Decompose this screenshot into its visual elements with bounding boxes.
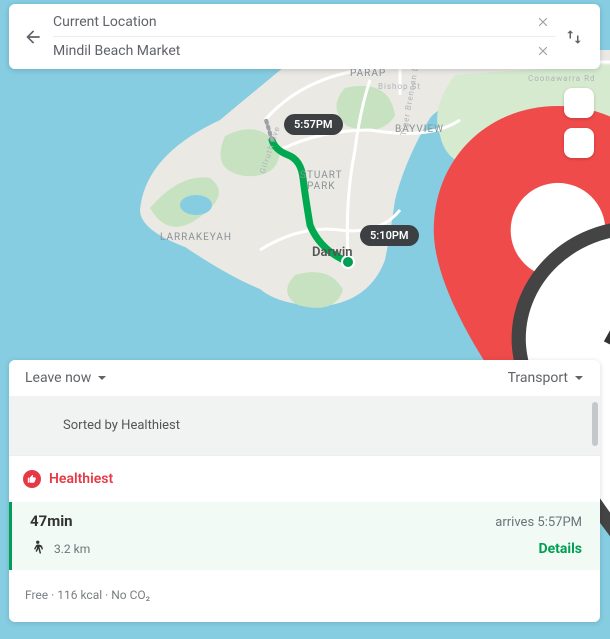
walk-mode-badge bbox=[332, 216, 360, 250]
chevron-down-icon bbox=[574, 373, 584, 383]
locate-me-button[interactable] bbox=[564, 88, 594, 118]
route-footer: Free · 116 kcal · No CO₂ bbox=[9, 570, 600, 622]
arrival-time-badge: 5:57PM bbox=[284, 114, 343, 135]
origin-field[interactable]: Current Location bbox=[53, 8, 556, 36]
results-controls: Leave now Transport bbox=[9, 360, 600, 396]
label-larrakeyah: LARRAKEYAH bbox=[160, 232, 232, 243]
clear-origin-button[interactable] bbox=[530, 9, 556, 35]
depart-time-dropdown[interactable]: Leave now bbox=[25, 370, 107, 386]
results-panel: Leave now Transport Sorted by Healthiest… bbox=[9, 360, 600, 622]
back-button[interactable] bbox=[13, 17, 53, 57]
transport-label: Transport bbox=[508, 370, 568, 386]
destination-field[interactable]: Mindil Beach Market bbox=[53, 37, 556, 65]
chevron-down-icon bbox=[97, 373, 107, 383]
route-distance: 3.2 km bbox=[54, 542, 90, 556]
start-time-badge: 5:10PM bbox=[360, 225, 419, 246]
origin-text: Current Location bbox=[53, 14, 530, 30]
label-parap: PARAP bbox=[350, 68, 386, 79]
sort-row[interactable]: Sorted by Healthiest bbox=[9, 396, 600, 455]
transport-dropdown[interactable]: Transport bbox=[508, 370, 584, 386]
scrollbar-thumb[interactable] bbox=[592, 402, 598, 446]
section-title: Healthiest bbox=[49, 471, 113, 487]
details-button[interactable]: Details bbox=[539, 541, 583, 557]
depart-time-label: Leave now bbox=[25, 370, 91, 386]
section-header-healthiest: Healthiest bbox=[9, 455, 600, 502]
route-arrives: arrives 5:57PM bbox=[495, 515, 582, 530]
sort-label: Sorted by Healthiest bbox=[63, 418, 180, 433]
streetview-button[interactable] bbox=[564, 128, 594, 158]
route-card[interactable]: 47min arrives 5:57PM 3.2 km Details bbox=[9, 502, 600, 570]
destination-text: Mindil Beach Market bbox=[53, 43, 530, 59]
route-duration: 47min bbox=[30, 512, 73, 530]
thumbs-up-icon bbox=[23, 470, 41, 488]
directions-search-card: Current Location Mindil Beach Market bbox=[9, 4, 600, 69]
walk-icon bbox=[30, 540, 48, 558]
swap-button[interactable] bbox=[556, 19, 592, 55]
clear-destination-button[interactable] bbox=[530, 38, 556, 64]
road-coonawarra: Coonawarra Rd bbox=[528, 74, 596, 83]
destination-pin-icon bbox=[253, 106, 281, 134]
